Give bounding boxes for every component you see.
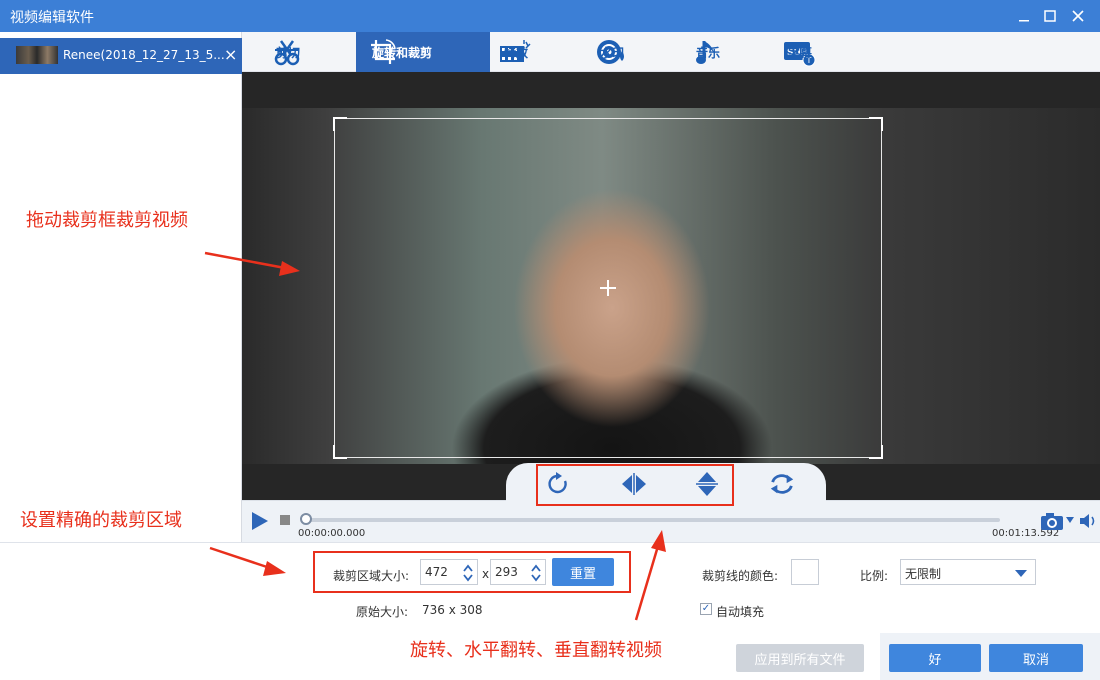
original-size-label: 原始大小: bbox=[356, 605, 409, 619]
tab-rotate-crop-label: 旋转和裁剪 bbox=[372, 45, 433, 60]
reset-rotation-button[interactable] bbox=[768, 470, 796, 498]
ok-button[interactable]: 好 bbox=[889, 644, 981, 672]
file-list-panel: Renee(2018_12_27_13_5... × bbox=[0, 32, 242, 542]
volume-icon bbox=[1080, 514, 1095, 528]
file-name: Renee(2018_12_27_13_5... bbox=[63, 48, 225, 62]
volume-button[interactable] bbox=[1078, 511, 1098, 531]
tab-subtitle[interactable]: SUB T 字幕 bbox=[782, 32, 866, 72]
title-bar: 视频编辑软件 bbox=[0, 0, 1100, 32]
video-preview bbox=[242, 72, 1100, 500]
window-title: 视频编辑软件 bbox=[10, 10, 94, 26]
tab-watermark[interactable]: 水印 bbox=[594, 32, 678, 72]
video-thumbnail bbox=[16, 46, 58, 64]
maximize-icon bbox=[1044, 10, 1056, 22]
tab-music-label: 音乐 bbox=[696, 45, 721, 60]
autofill-label: 自动填充 bbox=[716, 605, 765, 619]
play-button[interactable] bbox=[250, 510, 270, 532]
ratio-value: 无限制 bbox=[905, 567, 942, 581]
crop-box[interactable] bbox=[333, 117, 883, 459]
apply-all-button[interactable]: 应用到所有文件 bbox=[736, 644, 864, 672]
tab-rotate-crop[interactable]: 旋转和裁剪 bbox=[356, 32, 490, 72]
stop-button[interactable] bbox=[280, 515, 290, 525]
minimize-icon bbox=[1019, 20, 1029, 22]
original-size-value: 736 x 308 bbox=[422, 603, 483, 617]
refresh-icon bbox=[770, 474, 794, 494]
snapshot-button[interactable] bbox=[1040, 511, 1064, 531]
file-close-icon[interactable]: × bbox=[224, 45, 240, 65]
crop-line-color-picker[interactable] bbox=[791, 559, 819, 585]
tab-cut[interactable]: 剪切 bbox=[270, 32, 354, 72]
crop-handle-bottom-right[interactable] bbox=[869, 445, 883, 459]
crop-handle-top-right[interactable] bbox=[869, 117, 883, 131]
crop-handle-top-left[interactable] bbox=[333, 117, 347, 131]
close-button[interactable] bbox=[1066, 4, 1090, 28]
snapshot-menu-icon[interactable] bbox=[1066, 517, 1074, 523]
crop-center-icon[interactable] bbox=[599, 279, 617, 297]
maximize-button[interactable] bbox=[1038, 4, 1062, 28]
ratio-label: 比例: bbox=[860, 569, 889, 583]
annotation-rotate-flip: 旋转、水平翻转、垂直翻转视频 bbox=[410, 640, 662, 661]
autofill-checkbox[interactable]: ✓ bbox=[700, 603, 712, 615]
file-tab[interactable]: Renee(2018_12_27_13_5... × bbox=[0, 38, 242, 74]
crop-handle-bottom-left[interactable] bbox=[333, 445, 347, 459]
ratio-select[interactable]: 无限制 bbox=[900, 559, 1036, 585]
play-icon bbox=[252, 512, 268, 530]
tab-cut-label: 剪切 bbox=[276, 45, 301, 60]
tab-music[interactable]: 音乐 bbox=[690, 32, 774, 72]
chevron-down-icon bbox=[1015, 570, 1027, 577]
tab-subtitle-label: 字幕 bbox=[788, 45, 813, 60]
player-controls: 00:00:00.000 00:01:13.592 bbox=[242, 463, 1100, 542]
timeline-track[interactable] bbox=[304, 518, 1000, 522]
camera-icon bbox=[1041, 513, 1063, 530]
annotation-set-precise: 设置精确的裁剪区域 bbox=[20, 510, 182, 531]
highlight-crop-size bbox=[313, 551, 631, 593]
tab-effects-label: 特效 bbox=[504, 45, 529, 60]
crop-line-color-label: 裁剪线的颜色: bbox=[702, 569, 779, 583]
tab-watermark-label: 水印 bbox=[600, 45, 625, 60]
highlight-rotate-controls bbox=[536, 464, 734, 506]
cancel-button[interactable]: 取消 bbox=[989, 644, 1083, 672]
current-time: 00:00:00.000 bbox=[298, 528, 366, 539]
minimize-button[interactable] bbox=[1012, 4, 1036, 28]
edit-toolbar: 剪切 旋转和裁剪 特效 水印 音乐 SUB T 字幕 bbox=[242, 32, 1100, 72]
timeline-knob[interactable] bbox=[300, 513, 312, 525]
tab-effects[interactable]: 特效 bbox=[498, 32, 582, 72]
annotation-drag-crop: 拖动裁剪框裁剪视频 bbox=[26, 210, 188, 231]
close-icon bbox=[1072, 10, 1084, 22]
